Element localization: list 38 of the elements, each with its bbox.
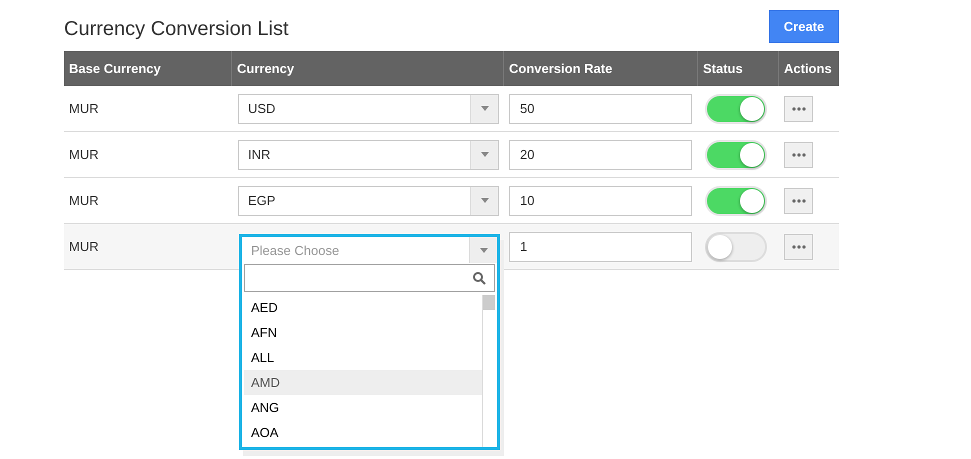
actions-button[interactable] bbox=[784, 96, 813, 122]
actions-button[interactable] bbox=[784, 188, 813, 214]
status-toggle[interactable] bbox=[705, 186, 767, 216]
rate-input[interactable]: 20 bbox=[509, 140, 692, 170]
page-title: Currency Conversion List bbox=[64, 18, 289, 41]
more-icon bbox=[792, 152, 806, 156]
column-header: Currency bbox=[231, 51, 503, 86]
more-icon bbox=[792, 106, 806, 110]
search-icon bbox=[473, 272, 486, 284]
scrollbar[interactable] bbox=[482, 295, 495, 447]
currency-select[interactable]: USD bbox=[238, 94, 499, 124]
caret-icon bbox=[480, 152, 488, 157]
caret-icon bbox=[480, 248, 488, 252]
currency-option[interactable]: AMD bbox=[244, 370, 482, 395]
table-cell: MUR bbox=[69, 101, 99, 116]
caret-icon bbox=[480, 198, 488, 203]
more-icon bbox=[792, 198, 806, 202]
search-field[interactable] bbox=[244, 264, 495, 292]
create-button[interactable]: Create bbox=[769, 10, 839, 43]
actions-button[interactable] bbox=[784, 142, 813, 168]
column-header: Conversion Rate bbox=[503, 51, 697, 86]
more-icon bbox=[792, 244, 806, 248]
currency-select[interactable]: INR bbox=[238, 140, 499, 170]
column-header: Status bbox=[697, 51, 778, 86]
status-toggle[interactable] bbox=[705, 140, 767, 170]
table-cell: MUR bbox=[69, 147, 99, 162]
rate-input[interactable]: 10 bbox=[509, 186, 692, 216]
caret-icon bbox=[480, 106, 488, 111]
rate-input[interactable]: 1 bbox=[509, 232, 692, 262]
actions-button[interactable] bbox=[784, 234, 813, 260]
currency-select[interactable]: EGP bbox=[238, 186, 499, 216]
table-cell: MUR bbox=[69, 193, 99, 208]
rate-input[interactable]: 50 bbox=[509, 94, 692, 124]
status-toggle[interactable] bbox=[705, 232, 767, 262]
column-header: Actions bbox=[778, 51, 839, 86]
status-toggle[interactable] bbox=[705, 94, 767, 124]
column-header: Base Currency bbox=[64, 51, 231, 86]
table-cell: MUR bbox=[69, 239, 99, 254]
